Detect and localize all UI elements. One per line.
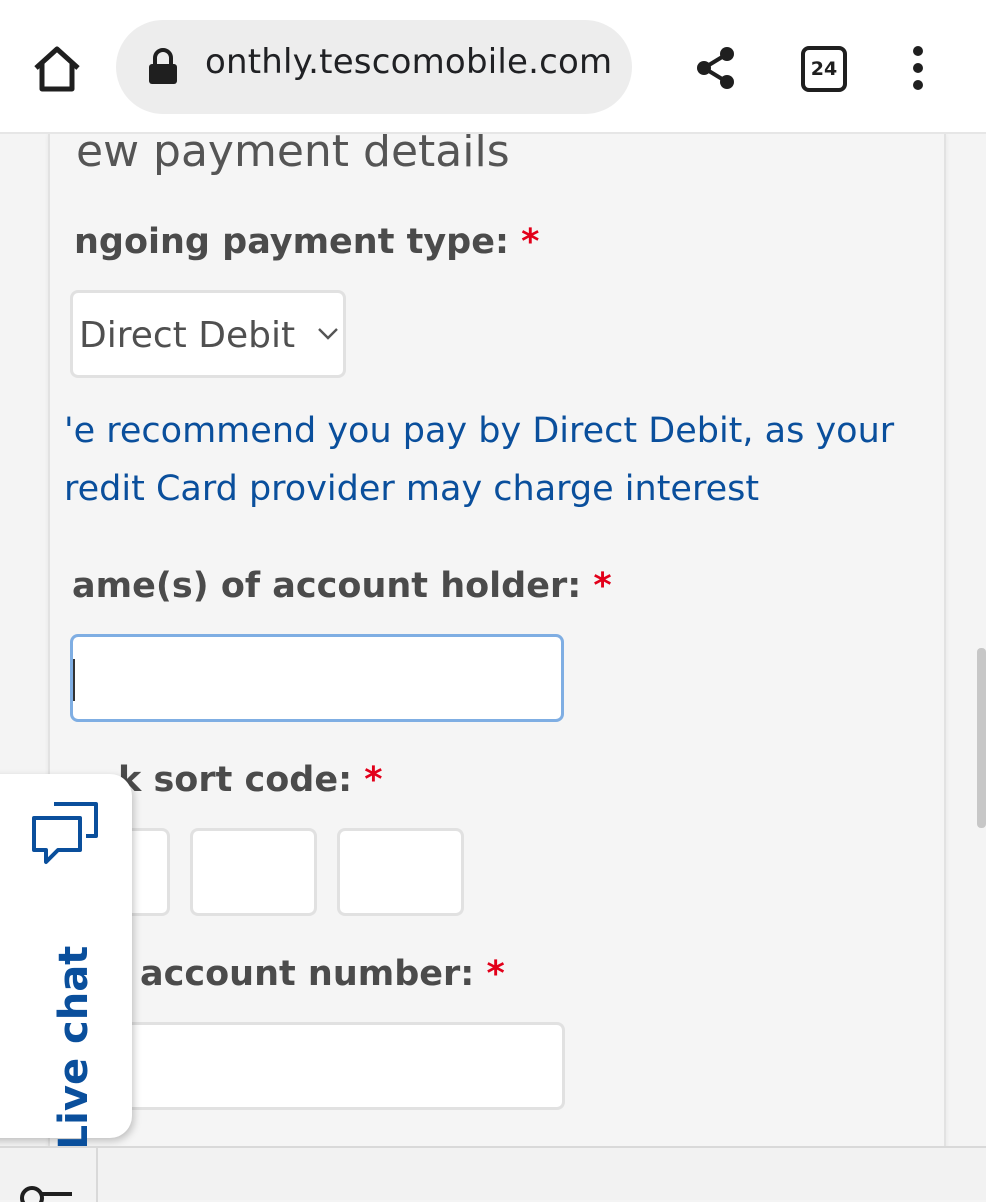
account-holder-label: ame(s) of account holder: *: [72, 566, 612, 606]
sort-code-input-2[interactable]: [190, 828, 317, 916]
browser-toolbar: onthly.tescomobile.com 24: [0, 0, 986, 134]
account-holder-input[interactable]: [70, 634, 564, 722]
required-marker: *: [486, 954, 505, 994]
section-title: ew payment details: [76, 134, 510, 177]
payment-type-label: ngoing payment type: *: [74, 222, 540, 262]
chevron-down-icon: [318, 328, 338, 340]
sort-code-label: k sort code: *: [118, 760, 383, 800]
required-marker: *: [521, 222, 540, 262]
account-number-label: account number: *: [140, 954, 505, 994]
payment-type-selected-value: Direct Debit: [79, 315, 296, 356]
tab-count: 24: [810, 58, 838, 80]
home-icon[interactable]: [30, 44, 84, 94]
overflow-menu-icon[interactable]: [908, 44, 928, 92]
live-chat-label: Live chat: [51, 945, 97, 1146]
tabs-icon[interactable]: 24: [801, 46, 847, 92]
required-marker: *: [364, 760, 383, 800]
direct-debit-recommendation: 'e recommend you pay by Direct Debit, as…: [64, 411, 895, 509]
share-icon[interactable]: [692, 44, 740, 92]
account-number-input[interactable]: [80, 1022, 565, 1110]
live-chat-button[interactable]: Live chat: [0, 774, 132, 1146]
url-text[interactable]: onthly.tescomobile.com: [205, 42, 612, 82]
payment-type-select[interactable]: Direct Debit: [70, 290, 346, 378]
lock-icon: [149, 48, 177, 84]
bottom-toolbar: [0, 1146, 986, 1202]
text-caret: [73, 659, 75, 701]
sort-code-input-3[interactable]: [337, 828, 464, 916]
required-marker: *: [593, 566, 612, 606]
page-scrollbar[interactable]: [977, 648, 986, 828]
chat-bubbles-icon: [32, 802, 98, 864]
key-icon[interactable]: [18, 1184, 74, 1202]
page-content: ew payment details ngoing payment type: …: [0, 134, 986, 1146]
divider: [96, 1148, 98, 1202]
